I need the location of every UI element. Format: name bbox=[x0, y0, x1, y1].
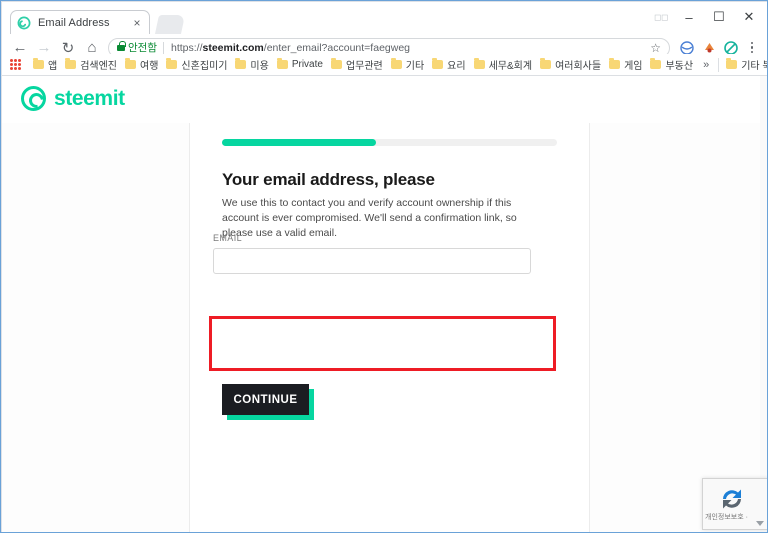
folder-icon bbox=[609, 60, 620, 69]
other-bookmarks-label: 기타 북마크 bbox=[741, 57, 768, 72]
bookmark-label: 신혼집꫾미기 bbox=[181, 57, 227, 72]
url-path: /enter_email?account=faegweg bbox=[264, 42, 410, 54]
bookmark-star-icon[interactable]: ☆ bbox=[650, 41, 661, 55]
bookmark-item[interactable]: 신혼집꫾미기 bbox=[162, 56, 231, 74]
bookmark-item[interactable]: 검색엔진 bbox=[61, 56, 121, 74]
bookmark-item[interactable]: 요리 bbox=[428, 56, 469, 74]
close-window-button[interactable]: ✕ bbox=[734, 3, 764, 31]
site-name: steemit bbox=[54, 87, 125, 111]
tab-close-icon[interactable]: × bbox=[131, 17, 143, 29]
bookmark-label: 게임 bbox=[624, 57, 642, 72]
email-input[interactable] bbox=[213, 248, 531, 274]
folder-icon bbox=[166, 60, 177, 69]
bookmarks-overflow-button[interactable]: » bbox=[697, 59, 715, 71]
lock-icon bbox=[117, 45, 125, 51]
minimize-button[interactable]: – bbox=[674, 3, 704, 31]
recaptcha-badge[interactable]: 개인정보보호 · bbox=[702, 478, 768, 530]
continue-button-wrap: CONTINUE bbox=[222, 384, 314, 418]
tab-strip: Email Address × ◻◻ – ☐ ✕ bbox=[2, 2, 768, 34]
progress-bar-track bbox=[222, 139, 557, 146]
page-scrollbar[interactable] bbox=[760, 76, 768, 532]
cast-icon[interactable]: ◻◻ bbox=[648, 4, 674, 30]
other-bookmarks-button[interactable]: 기타 북마크 bbox=[722, 56, 768, 74]
steemit-mark-icon bbox=[21, 86, 46, 111]
window-controls: ◻◻ – ☐ ✕ bbox=[648, 2, 764, 32]
signup-content-panel: Your email address, please We use this t… bbox=[189, 123, 590, 532]
maximize-button[interactable]: ☐ bbox=[704, 3, 734, 31]
apps-grid-icon[interactable] bbox=[10, 59, 26, 71]
url-domain: steemit.com bbox=[203, 42, 264, 54]
bookmark-item[interactable]: 앱 bbox=[29, 56, 61, 74]
steemit-favicon-icon bbox=[17, 16, 31, 30]
url-prefix: https:// bbox=[171, 42, 203, 54]
url-text: https://steemit.com/enter_email?account=… bbox=[171, 42, 646, 54]
bookmark-label: 미용 bbox=[250, 57, 268, 72]
bookmark-label: 검색엔진 bbox=[80, 57, 117, 72]
folder-icon bbox=[432, 60, 443, 69]
folder-icon bbox=[65, 60, 76, 69]
folder-icon bbox=[726, 60, 737, 69]
omnibox-divider bbox=[163, 42, 164, 54]
bookmark-label: 기타 bbox=[406, 57, 424, 72]
bookmark-label: 요리 bbox=[447, 57, 465, 72]
folder-icon bbox=[650, 60, 661, 69]
bookmark-label: 여행 bbox=[140, 57, 158, 72]
bookmarks-divider bbox=[718, 58, 719, 72]
folder-icon bbox=[33, 60, 44, 69]
bookmark-item[interactable]: 미용 bbox=[231, 56, 272, 74]
recaptcha-label: 개인정보보호 · bbox=[705, 512, 748, 522]
bookmark-label: 앱 bbox=[48, 57, 57, 72]
bookmark-label: 여러회사들 bbox=[555, 57, 601, 72]
browser-tab[interactable]: Email Address × bbox=[10, 10, 150, 34]
chrome-menu-button[interactable] bbox=[742, 42, 762, 54]
page-title: Your email address, please bbox=[222, 170, 435, 190]
new-tab-button[interactable] bbox=[155, 15, 185, 34]
progress-bar-fill bbox=[222, 139, 376, 146]
steemit-logo[interactable]: steemit bbox=[21, 86, 125, 111]
folder-icon bbox=[540, 60, 551, 69]
bookmark-item[interactable]: 여러회사들 bbox=[536, 56, 605, 74]
page-viewport: steemit Your email address, please We us… bbox=[2, 76, 768, 532]
email-field-group: EMAIL bbox=[213, 233, 556, 274]
folder-icon bbox=[125, 60, 136, 69]
bookmark-label: 부동산 bbox=[665, 57, 693, 72]
bookmark-label: 세무&회계 bbox=[489, 57, 532, 72]
folder-icon bbox=[331, 60, 342, 69]
browser-window: Email Address × ◻◻ – ☐ ✕ ← → ↻ ⌂ 안전함 htt… bbox=[0, 0, 768, 533]
folder-icon bbox=[474, 60, 485, 69]
bookmark-label: 업무관련 bbox=[346, 57, 383, 72]
bookmark-item[interactable]: 게임 bbox=[605, 56, 646, 74]
bookmark-item[interactable]: 세무&회계 bbox=[470, 56, 536, 74]
bookmark-item[interactable]: Private bbox=[273, 56, 327, 74]
recaptcha-icon bbox=[717, 486, 747, 512]
email-field-label: EMAIL bbox=[213, 233, 556, 243]
bookmark-item[interactable]: 부동산 bbox=[646, 56, 697, 74]
bookmark-item[interactable]: 여행 bbox=[121, 56, 162, 74]
secure-label: 안전함 bbox=[128, 40, 157, 55]
bookmarks-bar: 앱 검색엔진 여행 신혼집꫾미기 미용 Private 업무관련 기타 요리 세… bbox=[2, 54, 768, 76]
recaptcha-caret-icon[interactable] bbox=[756, 521, 764, 526]
tab-title: Email Address bbox=[38, 17, 131, 29]
site-header: steemit bbox=[2, 76, 768, 123]
folder-icon bbox=[235, 60, 246, 69]
folder-icon bbox=[391, 60, 402, 69]
continue-button[interactable]: CONTINUE bbox=[222, 384, 309, 415]
folder-icon bbox=[277, 60, 288, 69]
bookmark-item[interactable]: 업무관련 bbox=[327, 56, 387, 74]
bookmark-item[interactable]: 기타 bbox=[387, 56, 428, 74]
bookmark-label: Private bbox=[292, 59, 323, 70]
